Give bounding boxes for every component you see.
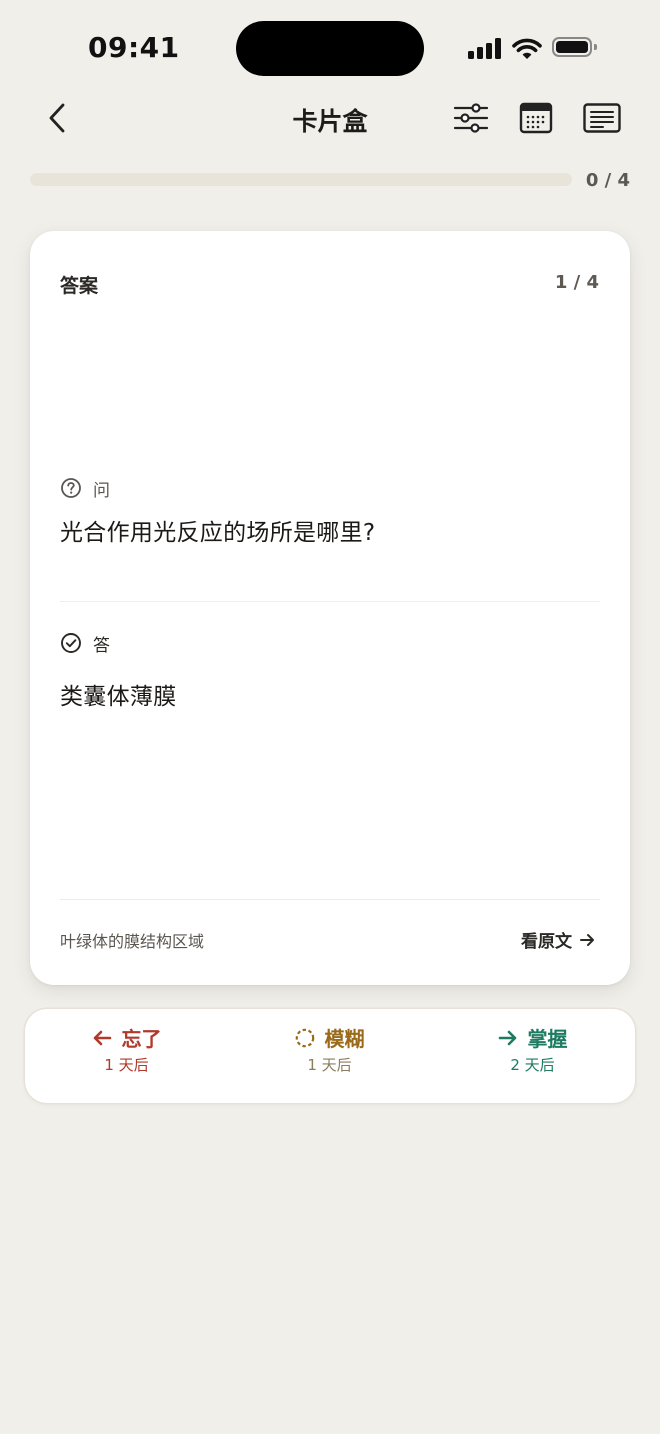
- filter-button[interactable]: [451, 98, 491, 138]
- divider: [60, 899, 600, 900]
- rate-master-label: 掌握: [527, 1027, 568, 1051]
- question-text: 光合作用光反应的场所是哪里?: [60, 520, 376, 546]
- wifi-icon: [512, 38, 542, 59]
- dynamic-island: [236, 21, 424, 76]
- calendar-icon: [519, 102, 553, 134]
- view-source-label: 看原文: [521, 932, 572, 952]
- rate-forget-button[interactable]: 忘了 1 天后: [25, 1009, 228, 1103]
- card-label: 答案: [60, 275, 99, 297]
- rate-fuzzy-button[interactable]: 模糊 1 天后: [228, 1009, 431, 1103]
- question-header: 问: [60, 476, 110, 501]
- progress-text: 0 / 4: [585, 170, 630, 191]
- view-source-link[interactable]: 看原文: [521, 927, 595, 952]
- cellular-signal-icon: [468, 38, 502, 59]
- arrow-left-icon: [93, 1030, 111, 1045]
- page-title: 卡片盒: [292, 107, 368, 136]
- back-button[interactable]: [40, 100, 74, 136]
- rate-master-interval: 2 天后: [510, 1056, 555, 1074]
- dashed-circle-icon: [295, 1028, 314, 1047]
- rating-bar: 忘了 1 天后 模糊 1 天后 掌握 2 天后: [25, 1009, 635, 1103]
- list-icon: [583, 103, 621, 133]
- rate-forget-label: 忘了: [121, 1027, 162, 1051]
- card-index: 1 / 4: [554, 272, 599, 293]
- answer-tag: 答: [93, 635, 110, 656]
- rate-fuzzy-interval: 1 天后: [307, 1056, 352, 1074]
- list-button[interactable]: [582, 98, 622, 138]
- battery-icon: [552, 37, 597, 57]
- answer-text: 类囊体薄膜: [60, 684, 177, 710]
- answer-header: 答: [60, 631, 110, 656]
- status-bar: 09:41: [0, 0, 660, 96]
- arrow-right-icon: [498, 1030, 516, 1045]
- calendar-button[interactable]: [516, 98, 556, 138]
- check-circle-icon: [61, 633, 81, 653]
- back-chevron-icon: [49, 103, 65, 133]
- rate-master-button[interactable]: 掌握 2 天后: [431, 1009, 634, 1103]
- progress-bar: [30, 173, 572, 186]
- question-tag: 问: [93, 480, 110, 501]
- arrow-right-icon: [580, 933, 594, 946]
- question-circle-icon: [61, 478, 81, 498]
- filter-sliders-icon: [453, 103, 489, 133]
- card-note: 叶绿体的膜结构区域: [60, 932, 205, 951]
- flashcard[interactable]: 答案 1 / 4 问 光合作用光反应的场所是哪里? 答 类囊体薄膜 叶绿体的膜结…: [30, 231, 630, 985]
- nav-bar: 卡片盒: [0, 90, 660, 146]
- divider: [60, 601, 600, 602]
- rate-fuzzy-label: 模糊: [324, 1027, 365, 1051]
- status-time: 09:41: [88, 31, 180, 64]
- rate-forget-interval: 1 天后: [104, 1056, 149, 1074]
